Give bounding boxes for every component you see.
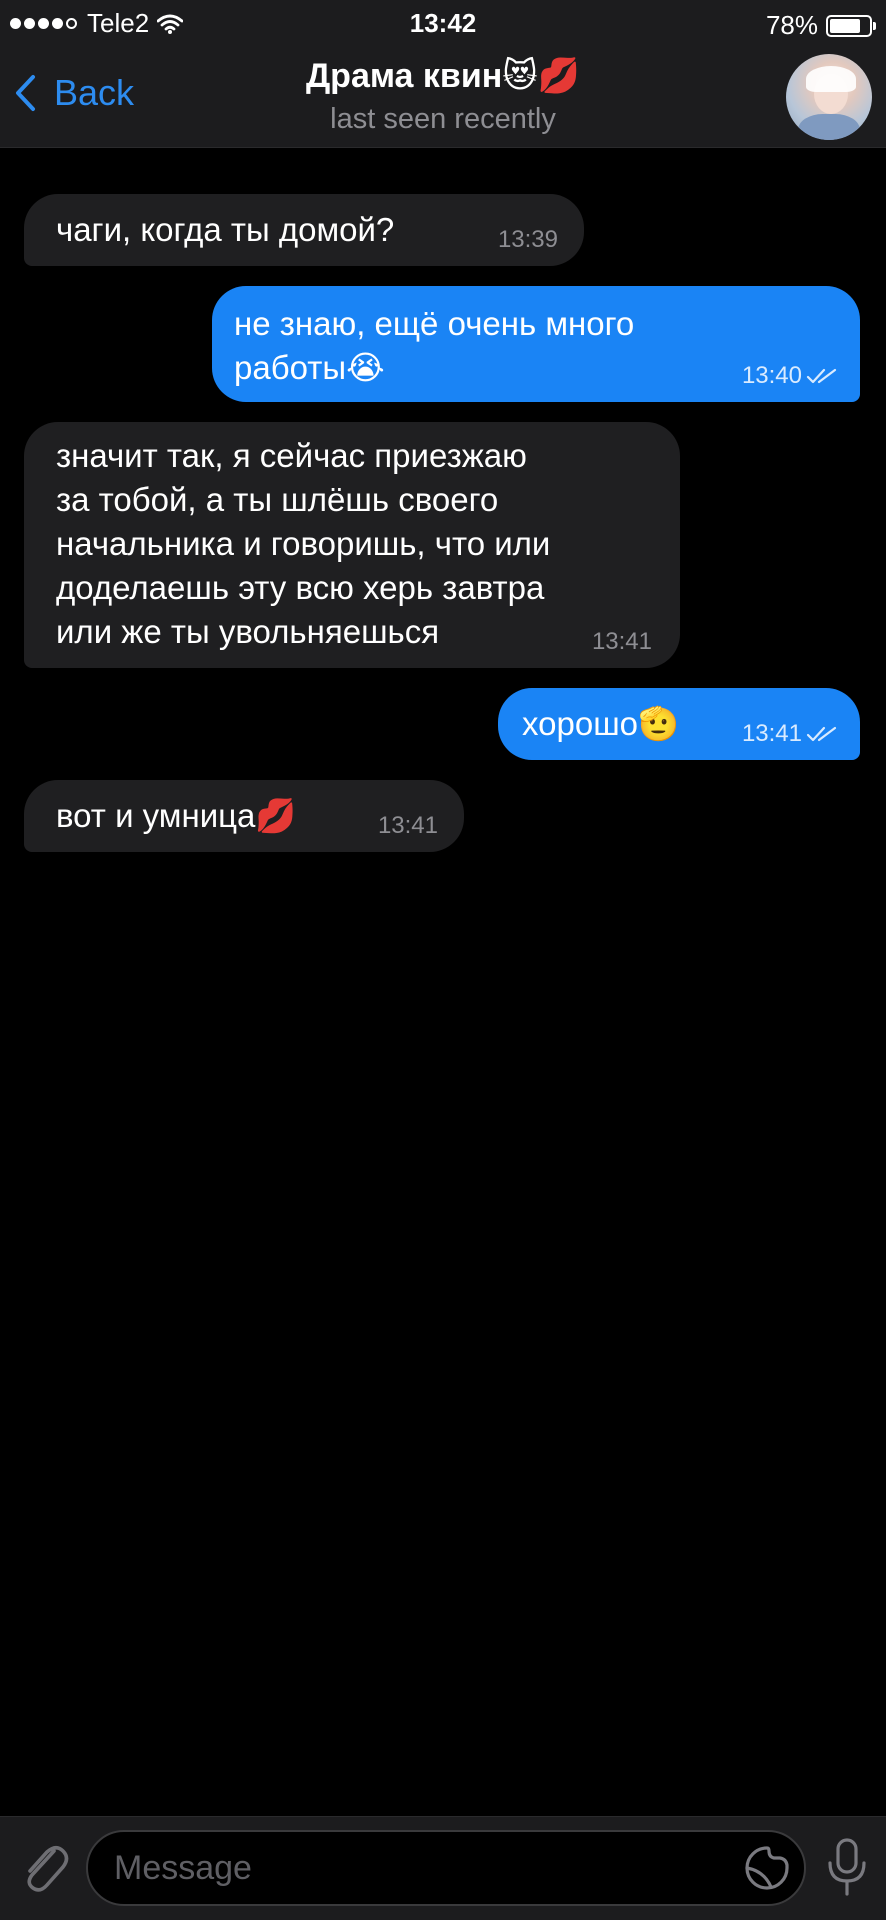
double-check-icon [806, 726, 837, 742]
message-input-placeholder: Message [114, 1848, 252, 1887]
message-text: вот и умница💋 [56, 797, 297, 834]
chat-header: Back Драма квин😻💋 last seen recently [0, 48, 886, 148]
microphone-icon[interactable] [824, 1837, 870, 1899]
chat-status: last seen recently [330, 103, 556, 135]
back-button-label: Back [54, 72, 135, 113]
message-bubble-incoming[interactable]: чаги, когда ты домой? 13:39 [24, 194, 584, 266]
message-bubble-outgoing[interactable]: не знаю, ещё очень много работы😭 13:40 [212, 286, 860, 402]
status-right: 78% [765, 10, 876, 41]
battery-icon [826, 14, 876, 37]
message-text: значит так, я сейчас приезжаю за тобой, … [56, 437, 551, 650]
message-time: 13:40 [742, 362, 838, 390]
avatar[interactable] [786, 54, 872, 140]
double-check-icon [806, 368, 837, 384]
battery-fill [830, 18, 860, 33]
battery-percent: 78% [765, 10, 818, 40]
chat-title-block[interactable]: Драма квин😻💋 last seen recently [180, 52, 706, 138]
chevron-left-icon [16, 75, 35, 111]
back-button[interactable]: Back [14, 72, 134, 114]
message-time: 13:41 [742, 720, 838, 748]
message-text: хорошо🫡 [522, 705, 680, 742]
message-text: не знаю, ещё очень много работы😭 [234, 305, 635, 386]
message-input[interactable]: Message [86, 1830, 806, 1906]
message-bubble-incoming[interactable]: значит так, я сейчас приезжаю за тобой, … [24, 422, 680, 668]
sticker-icon[interactable] [744, 1845, 790, 1891]
message-bubble-outgoing[interactable]: хорошо🫡 13:41 [498, 688, 860, 760]
status-bar: Tele2 13:42 78% [0, 0, 886, 48]
status-time: 13:42 [409, 8, 477, 38]
message-time: 13:41 [377, 812, 438, 839]
message-bubble-incoming[interactable]: вот и умница💋 13:41 [24, 780, 464, 852]
paperclip-icon[interactable] [18, 1837, 70, 1895]
message-time: 13:39 [497, 226, 558, 253]
message-text: чаги, когда ты домой? [56, 211, 395, 248]
chat-title: Драма квин😻💋 [305, 57, 581, 95]
message-time: 13:41 [591, 628, 652, 655]
message-composer: Message [0, 1816, 886, 1920]
